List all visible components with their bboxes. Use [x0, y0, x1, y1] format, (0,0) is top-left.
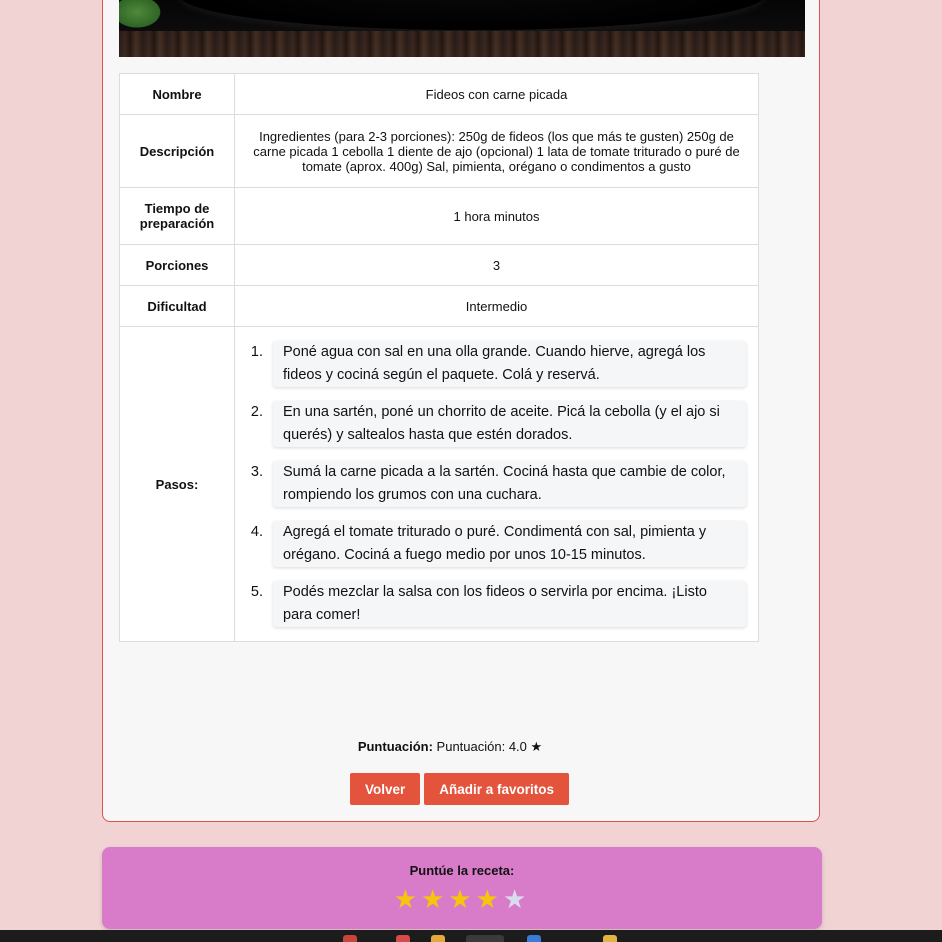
- row-porciones: Porciones 3: [119, 244, 759, 286]
- steps-list: Poné agua con sal en una olla grande. Cu…: [235, 341, 746, 627]
- parsley-leaf: [119, 0, 164, 30]
- porciones-value: 3: [234, 244, 759, 286]
- star-icon[interactable]: ★: [394, 884, 421, 914]
- folder-icon[interactable]: [431, 935, 445, 942]
- rating-stars: ★★★★★: [102, 884, 822, 915]
- pasos-label: Pasos:: [119, 326, 235, 642]
- app-icon[interactable]: [343, 935, 357, 942]
- star-icon[interactable]: ★: [476, 884, 503, 914]
- row-pasos: Pasos: Poné agua con sal en una olla gra…: [119, 326, 759, 642]
- action-buttons: Volver Añadir a favoritos: [350, 773, 570, 805]
- active-app-icon[interactable]: [466, 935, 504, 942]
- row-dificultad: Dificultad Intermedio: [119, 285, 759, 327]
- star-icon[interactable]: ★: [448, 884, 475, 914]
- step-item: Podés mezclar la salsa con los fideos o …: [267, 581, 746, 627]
- row-nombre: Nombre Fideos con carne picada: [119, 73, 759, 115]
- score-value: Puntuación: 4.0 ★: [436, 739, 543, 754]
- taskbar: [0, 930, 942, 942]
- recipe-table: Nombre Fideos con carne picada Descripci…: [119, 73, 759, 642]
- step-text: Sumá la carne picada a la sartén. Cociná…: [273, 461, 746, 507]
- app-icon[interactable]: [527, 935, 541, 942]
- step-text: Poné agua con sal en una olla grande. Cu…: [273, 341, 746, 387]
- tiempo-label: Tiempo de preparación: [119, 187, 235, 245]
- row-tiempo: Tiempo de preparación 1 hora minutos: [119, 187, 759, 245]
- step-text: Podés mezclar la salsa con los fideos o …: [273, 581, 746, 627]
- score-line: Puntuación: Puntuación: 4.0 ★: [70, 739, 830, 755]
- dificultad-label: Dificultad: [119, 285, 235, 327]
- app-icon[interactable]: [603, 935, 617, 942]
- star-icon[interactable]: ★: [503, 884, 530, 914]
- rating-title: Puntúe la receta:: [409, 863, 515, 878]
- step-item: Sumá la carne picada a la sartén. Cociná…: [267, 461, 746, 507]
- dificultad-value: Intermedio: [234, 285, 759, 327]
- bowl-shape: [179, 0, 765, 30]
- step-item: Agregá el tomate triturado o puré. Condi…: [267, 521, 746, 567]
- nombre-value: Fideos con carne picada: [234, 73, 759, 115]
- tiempo-value: 1 hora minutos: [234, 187, 759, 245]
- recipe-image: [119, 0, 805, 57]
- add-favorite-button[interactable]: Añadir a favoritos: [424, 773, 570, 805]
- star-icon[interactable]: ★: [421, 884, 448, 914]
- score-label: Puntuación:: [357, 739, 433, 754]
- row-descripcion: Descripción Ingredientes (para 2-3 porci…: [119, 114, 759, 188]
- step-item: Poné agua con sal en una olla grande. Cu…: [267, 341, 746, 387]
- nombre-label: Nombre: [119, 73, 235, 115]
- step-text: Agregá el tomate triturado o puré. Condi…: [273, 521, 746, 567]
- step-text: En una sartén, poné un chorrito de aceit…: [273, 401, 746, 447]
- pasos-cell: Poné agua con sal en una olla grande. Cu…: [234, 326, 759, 642]
- rating-panel: Puntúe la receta: ★★★★★: [102, 847, 822, 929]
- porciones-label: Porciones: [119, 244, 235, 286]
- back-button[interactable]: Volver: [350, 773, 421, 805]
- app-icon[interactable]: [396, 935, 410, 942]
- descripcion-value: Ingredientes (para 2-3 porciones): 250g …: [234, 114, 759, 188]
- descripcion-label: Descripción: [119, 114, 235, 188]
- wood-table: [119, 31, 805, 57]
- step-item: En una sartén, poné un chorrito de aceit…: [267, 401, 746, 447]
